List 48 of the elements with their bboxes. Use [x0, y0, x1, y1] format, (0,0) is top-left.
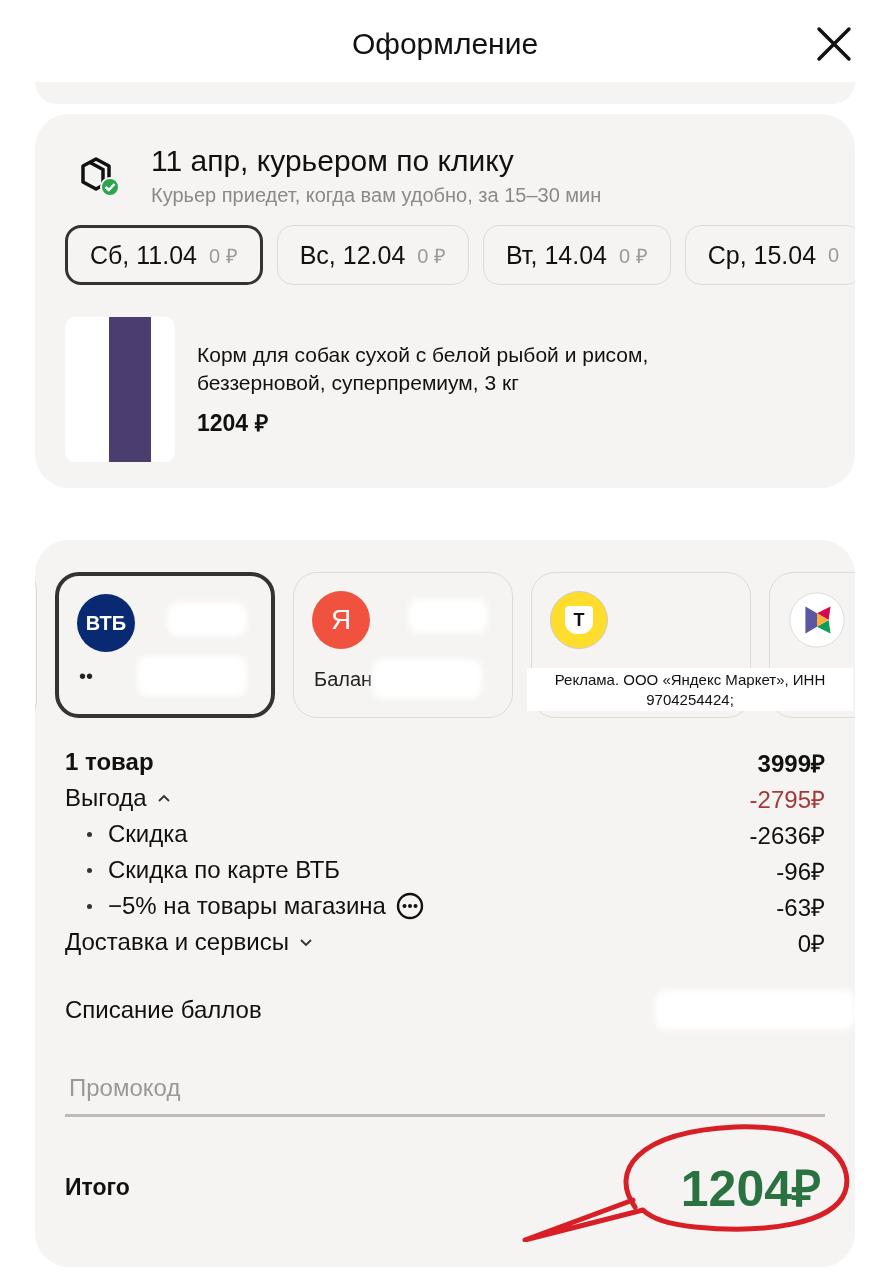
date-label: Вт, 14.04 [506, 240, 607, 270]
date-price: 0 ₽ [209, 243, 238, 269]
total-label: Итого [65, 1173, 130, 1201]
bullet-icon [87, 903, 92, 909]
page-title: Оформление [351, 27, 539, 61]
date-chip[interactable]: Вт, 14.04 0 ₽ [483, 225, 671, 285]
ad-disclaimer: Реклама. ООО «Яндекс Маркет», ИНН 9704254424; [527, 668, 853, 711]
date-price: 0 ₽ [619, 243, 648, 269]
date-chip[interactable]: Сб, 11.04 0 ₽ [65, 225, 263, 285]
close-icon[interactable] [816, 26, 852, 62]
summary-value: -63₽ [776, 892, 825, 923]
summary-label: −5% на товары магазина [108, 892, 386, 920]
payment-card-text: •• [79, 665, 93, 688]
date-price: 0 ₽ [417, 243, 446, 269]
summary-value: -2636₽ [749, 820, 825, 851]
date-label: Ср, 15.04 [707, 240, 817, 270]
summary-label: Скидка по карте ВТБ [108, 856, 341, 884]
delivery-subtitle: Курьер приедет, когда вам удобно, за 15–30 мин [151, 184, 602, 207]
promo-code-field[interactable]: Промокод [65, 1066, 825, 1117]
payment-card[interactable]: Я Балан [293, 572, 513, 718]
summary-label[interactable]: Выгода [65, 784, 147, 812]
summary-label: Скидка [108, 820, 188, 848]
product-price: 1204 ₽ [197, 408, 269, 438]
chevron-down-icon[interactable] [298, 937, 313, 947]
date-chip[interactable]: Вс, 12.04 0 ₽ [276, 225, 469, 285]
product-name: Корм для собак сухой с белой рыбой и рисом, беззерновой, суперпремиум, 3 кг [197, 342, 650, 396]
summary-label: 1 товар [65, 748, 154, 776]
points-label: Списание баллов [65, 996, 262, 1024]
bank-logo: Я [312, 591, 370, 649]
triangles-logo-icon [788, 591, 846, 649]
bank-logo: Т [550, 591, 608, 649]
payment-card[interactable]: ВТБ •• [55, 572, 275, 718]
date-price: 0 [828, 243, 840, 267]
summary-value: 3999₽ [757, 748, 825, 779]
summary-value: -2795₽ [749, 784, 825, 815]
summary-value: 0₽ [797, 928, 825, 959]
summary-value: -96₽ [776, 856, 825, 887]
bullet-icon [87, 831, 92, 837]
date-label: Сб, 11.04 [90, 240, 197, 270]
bank-logo: ВТБ [77, 594, 135, 652]
more-info-icon[interactable] [395, 892, 424, 920]
payment-card-text: Балан [314, 668, 373, 691]
summary-label[interactable]: Доставка и сервисы [65, 928, 289, 956]
chevron-up-icon[interactable] [156, 793, 171, 803]
total-value: 1204₽ [680, 1160, 821, 1219]
date-label: Вс, 12.04 [299, 240, 406, 270]
bullet-icon [87, 867, 92, 873]
delivery-title: 11 апр, курьером по клику [151, 144, 515, 178]
